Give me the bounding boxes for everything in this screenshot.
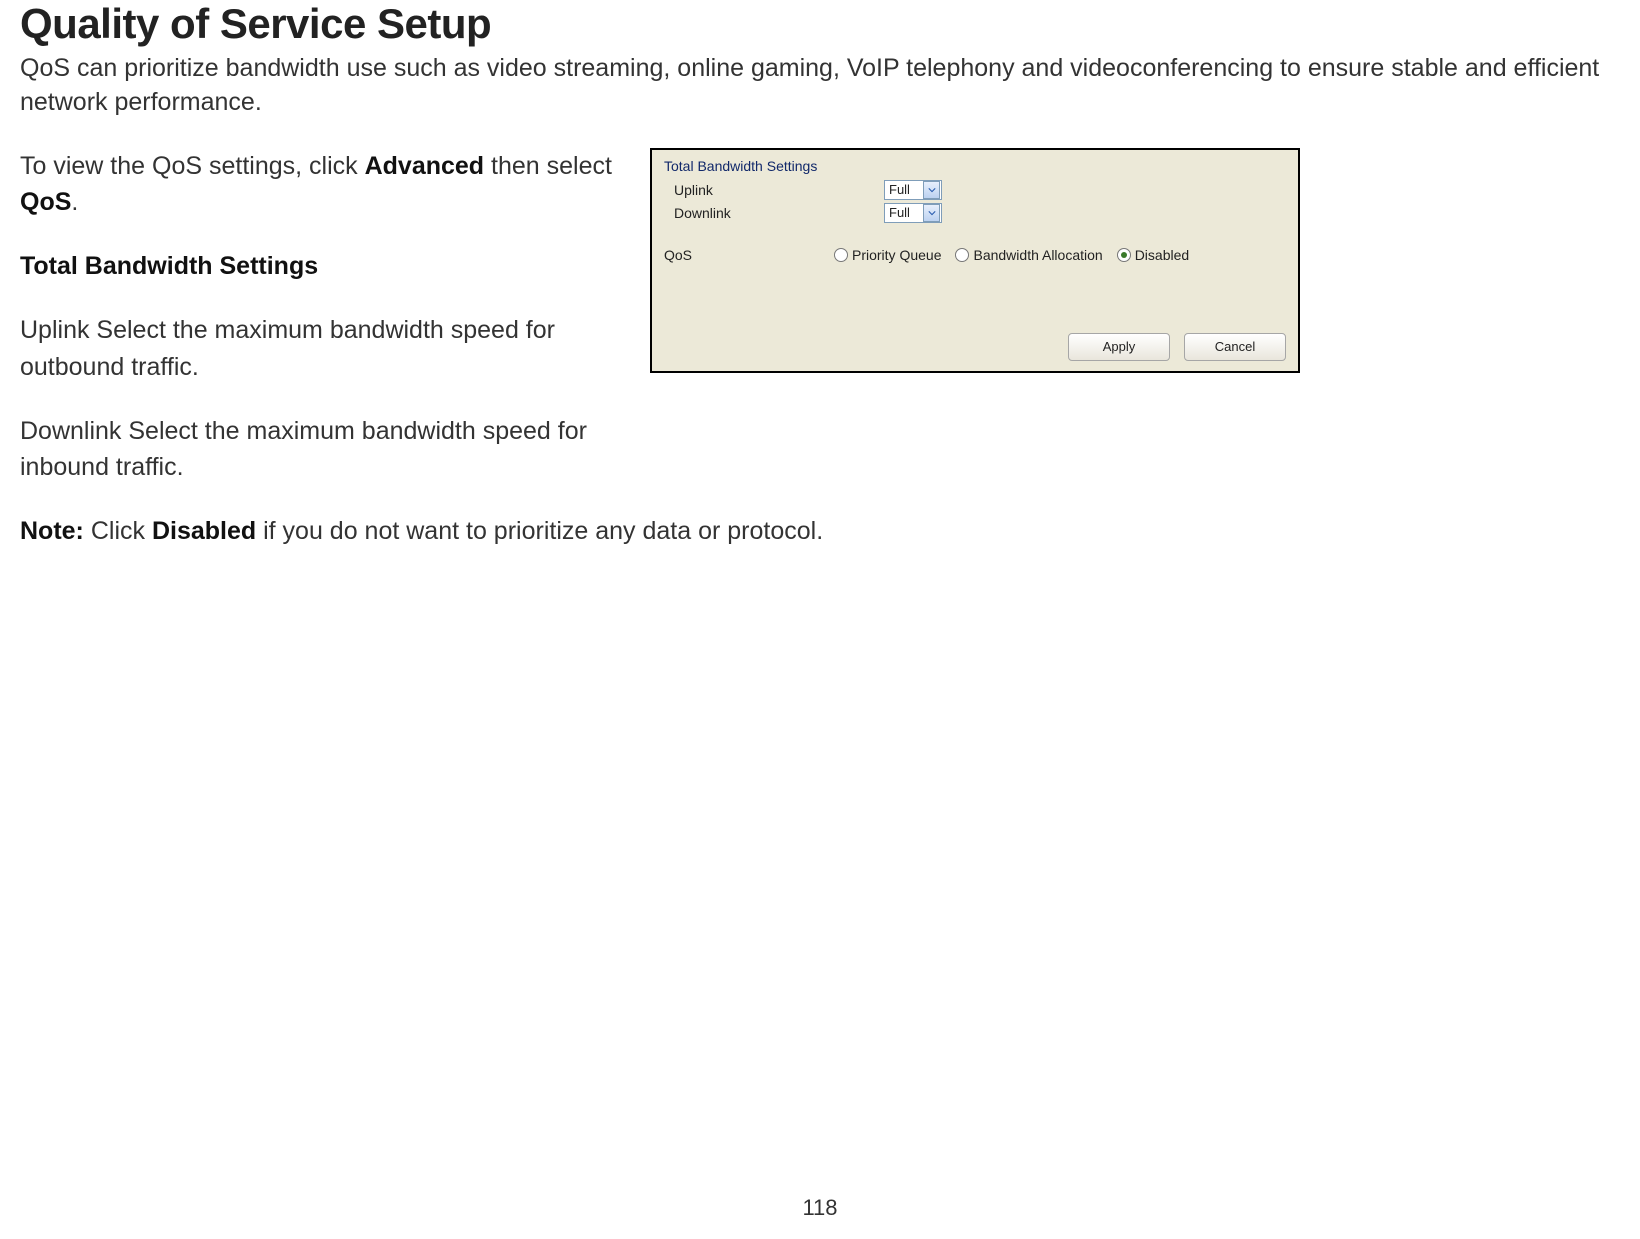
downlink-select[interactable]: Full <box>884 203 942 223</box>
uplink-select[interactable]: Full <box>884 180 942 200</box>
uplink-row: Uplink Full <box>674 180 1286 200</box>
qos-row: QoS Priority Queue Bandwidth Allocation <box>664 247 1286 263</box>
page-title: Quality of Service Setup <box>20 0 1620 48</box>
radio-disabled[interactable]: Disabled <box>1117 247 1189 263</box>
radio-label: Disabled <box>1135 247 1189 263</box>
radio-bandwidth-allocation[interactable]: Bandwidth Allocation <box>955 247 1102 263</box>
uplink-label: Uplink <box>674 182 884 198</box>
instruction-prefix: To view the QoS settings, click <box>20 152 365 180</box>
instruction-qos: QoS <box>20 188 71 216</box>
instruction-mid: then select <box>484 152 612 180</box>
chevron-down-icon <box>923 204 940 222</box>
chevron-down-icon <box>923 181 940 199</box>
qos-radio-group: Priority Queue Bandwidth Allocation Disa… <box>834 247 1197 263</box>
instruction-advanced: Advanced <box>365 152 484 180</box>
downlink-description: Downlink Select the maximum bandwidth sp… <box>20 413 620 486</box>
downlink-value: Full <box>889 205 923 220</box>
apply-button[interactable]: Apply <box>1068 333 1170 361</box>
qos-label: QoS <box>664 247 834 263</box>
instruction-line: To view the QoS settings, click Advanced… <box>20 148 620 221</box>
intro-text: QoS can prioritize bandwidth use such as… <box>20 52 1620 120</box>
cancel-button[interactable]: Cancel <box>1184 333 1286 361</box>
radio-icon <box>955 248 969 262</box>
radio-label: Bandwidth Allocation <box>973 247 1102 263</box>
uplink-description: Uplink Select the maximum bandwidth spee… <box>20 312 620 385</box>
note-prefix: Click <box>84 517 152 545</box>
note-label: Note: <box>20 517 84 545</box>
radio-priority-queue[interactable]: Priority Queue <box>834 247 941 263</box>
section-heading: Total Bandwidth Settings <box>20 248 620 284</box>
button-row: Apply Cancel <box>1068 333 1286 361</box>
note-line: Note: Click Disabled if you do not want … <box>20 513 1620 549</box>
left-column: To view the QoS settings, click Advanced… <box>20 148 620 514</box>
instruction-suffix: . <box>71 188 78 216</box>
downlink-row: Downlink Full <box>674 203 1286 223</box>
radio-icon <box>1117 248 1131 262</box>
downlink-label: Downlink <box>674 205 884 221</box>
page-number: 118 <box>0 1195 1640 1221</box>
note-suffix: if you do not want to prioritize any dat… <box>256 517 823 545</box>
radio-label: Priority Queue <box>852 247 941 263</box>
radio-icon <box>834 248 848 262</box>
panel-title: Total Bandwidth Settings <box>664 158 1286 174</box>
settings-panel: Total Bandwidth Settings Uplink Full Dow… <box>650 148 1300 373</box>
note-bold: Disabled <box>152 517 256 545</box>
uplink-value: Full <box>889 182 923 197</box>
